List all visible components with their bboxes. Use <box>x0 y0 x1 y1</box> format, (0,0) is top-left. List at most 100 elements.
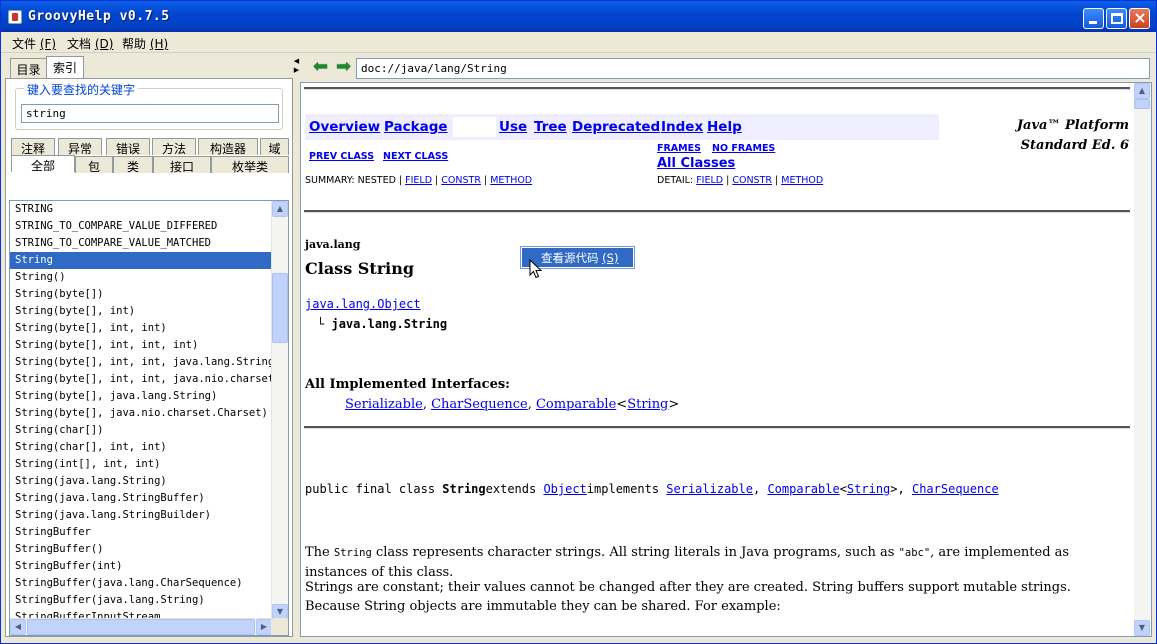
summary-field-link[interactable]: FIELD <box>405 175 432 186</box>
tab-packages[interactable]: 包 <box>75 156 113 174</box>
doc-scroll-thumb[interactable] <box>1134 99 1150 109</box>
list-item[interactable]: String(byte[], java.nio.charset.Charset) <box>10 405 272 422</box>
list-item[interactable]: String(java.lang.StringBuffer) <box>10 490 272 507</box>
index-panel: 键入要查找的关键字 注释 异常 错误 方法 构造器 域 全部 包 类 接口 枚举… <box>5 78 293 637</box>
list-item[interactable]: StringBuffer(java.lang.String) <box>10 592 272 609</box>
decl-serializable-link[interactable]: Serializable <box>666 482 753 496</box>
comparable-link[interactable]: Comparable <box>536 397 616 412</box>
list-item[interactable]: STRING_TO_COMPARE_VALUE_DIFFERED <box>10 218 272 235</box>
frames-link[interactable]: FRAMES <box>657 143 701 154</box>
doc-scroll-down-icon[interactable]: ▼ <box>1134 620 1150 636</box>
tab-errors[interactable]: 错误 <box>106 138 150 156</box>
list-item[interactable]: String(byte[], int) <box>10 303 272 320</box>
nav-overview-link[interactable]: Overview <box>309 119 380 135</box>
list-vertical-scrollbar[interactable]: ▲ ▼ <box>271 201 288 620</box>
tab-all[interactable]: 全部 <box>11 155 75 173</box>
list-item[interactable]: String(byte[], int, int, java.lang.Strin… <box>10 354 272 371</box>
string-param-link[interactable]: String <box>627 397 668 412</box>
decl-charsequence-link[interactable]: CharSequence <box>912 482 999 496</box>
maximize-button[interactable] <box>1106 8 1127 29</box>
tab-contents[interactable]: 目录 <box>10 58 47 79</box>
nav-help-link[interactable]: Help <box>707 119 742 135</box>
tab-exceptions[interactable]: 异常 <box>58 138 102 156</box>
index-list-items: STRING STRING_TO_COMPARE_VALUE_DIFFERED ST… <box>10 201 272 635</box>
doc-scroll-up-icon[interactable]: ▲ <box>1134 83 1150 99</box>
list-item[interactable]: String(int[], int, int) <box>10 456 272 473</box>
list-item[interactable]: String(byte[], int, int, java.nio.charse… <box>10 371 272 388</box>
serializable-link[interactable]: Serializable <box>345 397 423 412</box>
menu-help[interactable]: 帮助 (H) <box>122 35 168 52</box>
nav-use-link[interactable]: Use <box>499 119 527 135</box>
prev-class-link[interactable]: PREV CLASS <box>309 151 374 162</box>
address-field[interactable] <box>356 58 1150 79</box>
next-class-link[interactable]: NEXT CLASS <box>383 151 448 162</box>
summary-constr-link[interactable]: CONSTR <box>441 175 481 186</box>
decl-string-link[interactable]: String <box>847 482 890 496</box>
scroll-up-icon[interactable]: ▲ <box>272 201 288 217</box>
list-horizontal-scrollbar[interactable]: ◀ ▶ <box>10 618 273 635</box>
index-list[interactable]: STRING STRING_TO_COMPARE_VALUE_DIFFERED ST… <box>9 200 289 636</box>
tab-enums[interactable]: 枚举类 <box>211 156 289 174</box>
app-window: GroovyHelp v0.7.5 × 文件 (F) 文档 (D) 帮助 (H)… <box>0 0 1157 644</box>
list-item[interactable]: String(char[]) <box>10 422 272 439</box>
close-button[interactable]: × <box>1129 8 1150 29</box>
decl-object-link[interactable]: Object <box>543 482 586 496</box>
list-item[interactable]: String() <box>10 269 272 286</box>
tab-constructors[interactable]: 构造器 <box>198 138 258 156</box>
nav-package-link[interactable]: Package <box>384 119 448 135</box>
summary-method-link[interactable]: METHOD <box>490 175 532 186</box>
list-item[interactable]: StringBuffer() <box>10 541 272 558</box>
menu-file[interactable]: 文件 (F) <box>12 35 56 52</box>
all-classes-link[interactable]: All Classes <box>657 156 735 171</box>
detail-field-link[interactable]: FIELD <box>696 175 723 186</box>
detail-method-link[interactable]: METHOD <box>781 175 823 186</box>
search-input[interactable] <box>21 104 279 123</box>
no-frames-link[interactable]: NO FRAMES <box>712 143 775 154</box>
list-item[interactable]: StringBuffer(int) <box>10 558 272 575</box>
list-item[interactable]: String <box>10 252 272 269</box>
panel-splitter[interactable]: ◀ ▶ <box>293 54 300 637</box>
decl-comparable-link[interactable]: Comparable <box>767 482 839 496</box>
scroll-corner <box>271 618 288 635</box>
list-item[interactable]: String(char[], int, int) <box>10 439 272 456</box>
tab-index[interactable]: 索引 <box>46 56 84 79</box>
nav-deprecated-link[interactable]: Deprecated <box>572 119 660 135</box>
tab-annotations[interactable]: 注释 <box>11 138 55 156</box>
list-item[interactable]: String(byte[], java.lang.String) <box>10 388 272 405</box>
object-link[interactable]: java.lang.Object <box>305 297 421 311</box>
list-item[interactable]: STRING_TO_COMPARE_VALUE_MATCHED <box>10 235 272 252</box>
tab-methods[interactable]: 方法 <box>152 138 196 156</box>
document-vertical-scrollbar[interactable]: ▲ ▼ <box>1134 83 1151 636</box>
back-arrow-icon[interactable]: ⬅ <box>313 58 331 77</box>
divider <box>304 426 1130 429</box>
list-item[interactable]: String(java.lang.String) <box>10 473 272 490</box>
charsequence-link[interactable]: CharSequence <box>431 397 528 412</box>
list-item[interactable]: StringBuffer(java.lang.CharSequence) <box>10 575 272 592</box>
list-item[interactable]: String(byte[], int, int) <box>10 320 272 337</box>
expand-right-icon[interactable]: ▶ <box>293 66 300 74</box>
collapse-left-icon[interactable]: ◀ <box>293 57 300 65</box>
list-hscroll-thumb[interactable] <box>27 619 255 635</box>
minimize-button[interactable] <box>1083 8 1104 29</box>
nav-tree-link[interactable]: Tree <box>534 119 567 135</box>
title-bar[interactable]: GroovyHelp v0.7.5 × <box>1 1 1156 32</box>
forward-arrow-icon[interactable]: ➡ <box>336 58 354 77</box>
list-item[interactable]: String(byte[]) <box>10 286 272 303</box>
list-item[interactable]: StringBuffer <box>10 524 272 541</box>
scroll-right-icon[interactable]: ▶ <box>256 619 272 635</box>
scroll-left-icon[interactable]: ◀ <box>10 619 26 635</box>
detail-line: DETAIL: FIELD | CONSTR | METHOD <box>657 175 824 186</box>
list-item[interactable]: String(byte[], int, int, int) <box>10 337 272 354</box>
menu-document[interactable]: 文档 (D) <box>67 35 113 52</box>
minimize-icon <box>1089 21 1097 24</box>
list-item[interactable]: String(java.lang.StringBuilder) <box>10 507 272 524</box>
list-scroll-thumb[interactable] <box>272 273 288 343</box>
search-group: 键入要查找的关键字 <box>15 81 283 130</box>
close-icon: × <box>1133 8 1147 27</box>
tab-interfaces[interactable]: 接口 <box>153 156 211 174</box>
detail-constr-link[interactable]: CONSTR <box>732 175 772 186</box>
tab-classes[interactable]: 类 <box>113 156 153 174</box>
tab-fields[interactable]: 域 <box>260 138 289 156</box>
nav-index-link[interactable]: Index <box>661 119 703 135</box>
list-item[interactable]: STRING <box>10 201 272 218</box>
